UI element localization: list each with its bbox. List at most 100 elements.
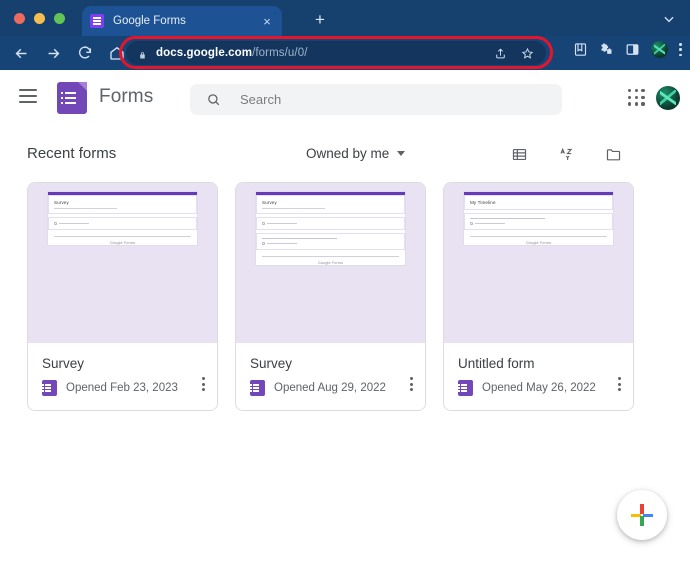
- recent-forms-toolbar: Recent forms Owned by me: [0, 138, 690, 174]
- list-view-icon[interactable]: [511, 146, 528, 163]
- thumbnail-desc-line: [262, 208, 325, 209]
- thumbnail-question-card: [464, 213, 613, 230]
- thumbnail-question-card: [256, 233, 405, 250]
- create-form-fab[interactable]: [617, 490, 667, 540]
- maximize-window-button[interactable]: [54, 13, 65, 24]
- thumbnail-title-card: Survey: [256, 195, 405, 214]
- share-icon[interactable]: [494, 47, 507, 60]
- form-title: Untitled form: [458, 356, 619, 371]
- form-card[interactable]: Survey Google Forms: [235, 182, 426, 411]
- thumbnail-preview: Survey Google Forms: [47, 191, 198, 246]
- reload-icon[interactable]: [72, 40, 98, 66]
- thumbnail-desc-line: [54, 208, 117, 209]
- puzzle-extensions-icon[interactable]: [599, 42, 614, 57]
- browser-chrome: Google Forms × +: [0, 0, 690, 70]
- form-opened-date: Opened Feb 23, 2023: [66, 382, 178, 394]
- form-opened-date: Opened May 26, 2022: [482, 382, 596, 394]
- thumbnail-form-title: Survey: [262, 200, 399, 205]
- form-opened-date: Opened Aug 29, 2022: [274, 382, 386, 394]
- thumbnail-footer: Google Forms: [464, 233, 613, 245]
- form-card-footer: Survey Opened Feb 23, 2023: [28, 343, 217, 410]
- thumbnail-preview: Survey Google Forms: [255, 191, 406, 266]
- owner-filter-label: Owned by me: [306, 146, 389, 161]
- plus-icon: [631, 504, 653, 526]
- forms-file-icon: [458, 380, 473, 396]
- thumbnail-footer: Google Forms: [48, 233, 197, 245]
- main-menu-icon[interactable]: [19, 89, 37, 103]
- lock-icon: [138, 48, 147, 59]
- back-icon[interactable]: [8, 40, 34, 66]
- thumbnail-brand: Google Forms: [256, 261, 405, 265]
- thumbnail-title-card: My Timeline: [464, 195, 613, 210]
- address-bar[interactable]: docs.google.com/forms/u/0/: [126, 41, 546, 65]
- thumbnail-option: [262, 242, 399, 245]
- thumbnail-form-title: Survey: [54, 200, 191, 205]
- page-title: Recent forms: [27, 145, 116, 162]
- thumbnail-option: [262, 222, 399, 225]
- more-options-icon[interactable]: [202, 377, 205, 391]
- search-placeholder: Search: [240, 92, 281, 107]
- form-card[interactable]: My Timeline Google Forms Untitled for: [443, 182, 634, 411]
- browser-tab[interactable]: Google Forms ×: [82, 6, 282, 36]
- thumbnail-question-card: [256, 217, 405, 230]
- form-meta: Opened Aug 29, 2022: [250, 380, 411, 396]
- thumbnail-footer: Google Forms: [256, 253, 405, 265]
- form-thumbnail: Survey Google Forms: [28, 183, 217, 343]
- window-controls[interactable]: [14, 13, 65, 24]
- forms-file-icon: [250, 380, 265, 396]
- thumbnail-title-card: Survey: [48, 195, 197, 214]
- thumbnail-preview: My Timeline Google Forms: [463, 191, 614, 246]
- extension-icons: [573, 41, 682, 58]
- thumbnail-question-card: [48, 217, 197, 230]
- thumbnail-option: [470, 222, 607, 225]
- forms-app-header: Forms Search: [0, 70, 690, 126]
- owner-filter-dropdown[interactable]: Owned by me: [306, 146, 405, 161]
- minimize-window-button[interactable]: [34, 13, 45, 24]
- account-avatar[interactable]: [656, 86, 680, 110]
- chevron-down-icon: [397, 151, 405, 156]
- profile-avatar[interactable]: [651, 41, 668, 58]
- forms-page: Forms Search Recent forms Owned by me: [0, 70, 690, 562]
- url-domain: docs.google.com: [156, 47, 252, 59]
- thumbnail-option: [54, 222, 191, 225]
- tab-title: Google Forms: [113, 15, 260, 27]
- more-options-icon[interactable]: [618, 377, 621, 391]
- forms-logo-icon: [57, 82, 87, 114]
- tab-strip: Google Forms × +: [0, 0, 690, 36]
- form-thumbnail: My Timeline Google Forms: [444, 183, 633, 343]
- close-window-button[interactable]: [14, 13, 25, 24]
- close-tab-button[interactable]: ×: [260, 15, 274, 28]
- url-text: docs.google.com/forms/u/0/: [156, 47, 308, 59]
- form-title: Survey: [250, 356, 411, 371]
- star-icon[interactable]: [521, 47, 534, 60]
- form-thumbnail: Survey Google Forms: [236, 183, 425, 343]
- open-folder-icon[interactable]: [605, 146, 622, 163]
- thumbnail-form-title: My Timeline: [470, 200, 607, 205]
- side-panel-icon[interactable]: [625, 42, 640, 57]
- forms-card-grid: Survey Google Forms Survey: [27, 182, 634, 411]
- form-meta: Opened Feb 23, 2023: [42, 380, 203, 396]
- browser-menu-icon[interactable]: [679, 43, 682, 56]
- app-brand-title: Forms: [99, 86, 153, 108]
- view-controls: [511, 146, 622, 163]
- search-input[interactable]: Search: [190, 84, 562, 115]
- new-tab-button[interactable]: +: [311, 11, 329, 29]
- forms-favicon-icon: [90, 14, 104, 28]
- url-path: /forms/u/0/: [252, 47, 307, 59]
- thumbnail-brand: Google Forms: [464, 241, 613, 245]
- browser-window: Google Forms × +: [0, 0, 690, 562]
- forward-icon[interactable]: [40, 40, 66, 66]
- form-card-footer: Untitled form Opened May 26, 2022: [444, 343, 633, 410]
- form-title: Survey: [42, 356, 203, 371]
- reading-list-icon[interactable]: [573, 42, 588, 57]
- google-apps-icon[interactable]: [628, 89, 646, 107]
- forms-file-icon: [42, 380, 57, 396]
- thumbnail-brand: Google Forms: [48, 241, 197, 245]
- more-options-icon[interactable]: [410, 377, 413, 391]
- chevron-down-icon[interactable]: [662, 12, 676, 26]
- sort-az-icon[interactable]: [558, 146, 575, 163]
- form-meta: Opened May 26, 2022: [458, 380, 619, 396]
- search-icon: [206, 92, 221, 107]
- form-card-footer: Survey Opened Aug 29, 2022: [236, 343, 425, 410]
- form-card[interactable]: Survey Google Forms Survey: [27, 182, 218, 411]
